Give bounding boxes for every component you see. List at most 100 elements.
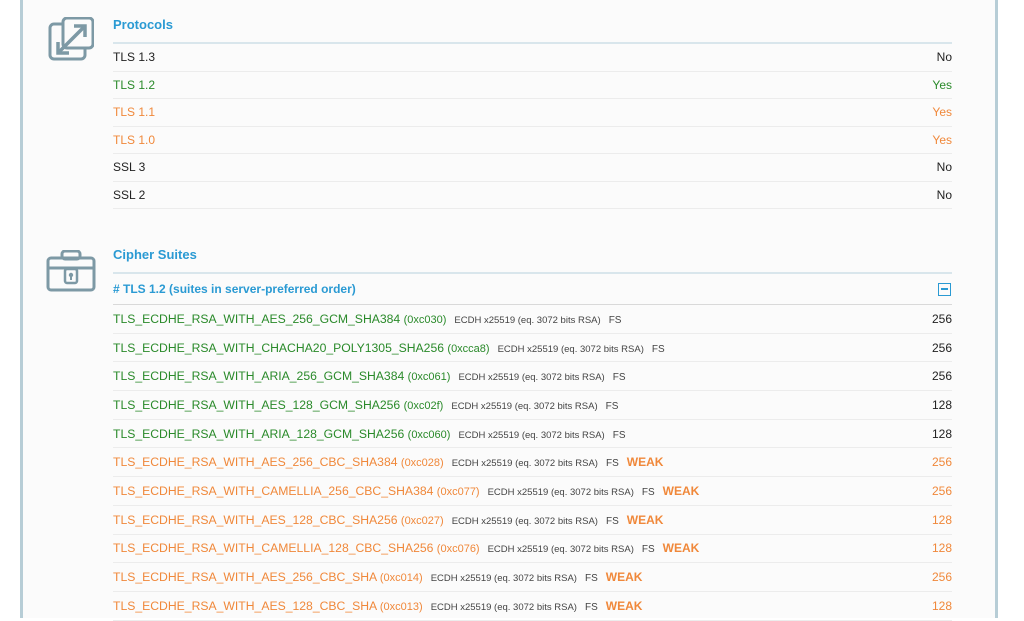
cipher-suite-code: (0xc02f) <box>403 399 444 412</box>
cipher-strength-bits: 256 <box>931 340 952 355</box>
cipher-suite-row: TLS_ECDHE_RSA_WITH_AES_128_CBC_SHA256 (0… <box>113 506 952 535</box>
cipher-suite-id: TLS_ECDHE_RSA_WITH_AES_128_CBC_SHA256 <box>113 512 398 527</box>
cipher-suite-info: TLS_ECDHE_RSA_WITH_CAMELLIA_256_CBC_SHA3… <box>113 484 699 498</box>
cipher-suite-name: TLS_ECDHE_RSA_WITH_AES_128_GCM_SHA256 (0… <box>113 398 443 412</box>
cipher-suite-row: TLS_ECDHE_RSA_WITH_AES_256_GCM_SHA384 (0… <box>113 305 952 334</box>
forward-secrecy-label: FS <box>605 515 619 527</box>
forward-secrecy-label: FS <box>605 400 619 412</box>
forward-secrecy-label: FS <box>605 458 619 470</box>
protocol-support: No <box>936 50 952 65</box>
forward-secrecy-label: FS <box>608 314 622 326</box>
weak-badge: WEAK <box>662 541 700 556</box>
cipher-suite-info: TLS_ECDHE_RSA_WITH_ARIA_256_GCM_SHA384 (… <box>113 369 626 383</box>
protocol-row: TLS 1.2 Yes <box>113 72 952 99</box>
cipher-suite-row: TLS_ECDHE_RSA_WITH_AES_256_CBC_SHA384 (0… <box>113 448 952 478</box>
cipher-suite-name: TLS_ECDHE_RSA_WITH_AES_256_CBC_SHA384 (0… <box>113 455 444 469</box>
cipher-suite-name: TLS_ECDHE_RSA_WITH_AES_128_CBC_SHA (0xc0… <box>113 599 423 613</box>
key-exchange-info: ECDH x25519 (eq. 3072 bits RSA) <box>454 314 601 326</box>
cipher-suite-name: TLS_ECDHE_RSA_WITH_ARIA_128_GCM_SHA256 (… <box>113 427 450 441</box>
cipher-strength-bits: 256 <box>931 455 952 470</box>
protocol-support: Yes <box>932 105 952 120</box>
protocol-name: SSL 3 <box>113 160 146 175</box>
protocols-list: TLS 1.3 No TLS 1.2 Yes TLS 1.1 Yes TLS 1.0 Yes S… <box>113 44 952 209</box>
key-exchange-info: ECDH x25519 (eq. 3072 bits RSA) <box>430 573 577 585</box>
cipher-suite-code: (0xc028) <box>400 457 444 470</box>
cipher-suite-id: TLS_ECDHE_RSA_WITH_CAMELLIA_256_CBC_SHA3… <box>113 483 434 498</box>
cipher-suite-code: (0xc061) <box>407 371 451 384</box>
cipher-suite-code: (0xc030) <box>403 313 447 326</box>
protocols-title: Protocols <box>113 17 952 44</box>
protocol-row: TLS 1.1 Yes <box>113 99 952 127</box>
cipher-suite-id: TLS_ECDHE_RSA_WITH_CHACHA20_POLY1305_SHA… <box>113 340 445 355</box>
cipher-suite-info: TLS_ECDHE_RSA_WITH_ARIA_128_GCM_SHA256 (… <box>113 427 626 441</box>
cipher-suites-section: Cipher Suites # TLS 1.2 (suites in serve… <box>113 247 952 621</box>
protocol-support: No <box>936 160 952 175</box>
protocol-name: SSL 2 <box>113 187 146 202</box>
cipher-suite-id: TLS_ECDHE_RSA_WITH_AES_128_CBC_SHA <box>113 598 377 613</box>
cipher-suite-id: TLS_ECDHE_RSA_WITH_AES_256_CBC_SHA <box>113 570 377 585</box>
cipher-strength-bits: 256 <box>931 369 952 384</box>
cipher-suite-info: TLS_ECDHE_RSA_WITH_AES_256_CBC_SHA (0xc0… <box>113 570 642 584</box>
protocol-name: TLS 1.3 <box>113 50 156 65</box>
cipher-strength-bits: 128 <box>931 512 952 527</box>
cipher-suite-info: TLS_ECDHE_RSA_WITH_AES_128_GCM_SHA256 (0… <box>113 398 618 412</box>
protocol-row: TLS 1.0 Yes <box>113 127 952 154</box>
key-exchange-info: ECDH x25519 (eq. 3072 bits RSA) <box>451 400 598 412</box>
weak-badge: WEAK <box>605 570 643 585</box>
forward-secrecy-label: FS <box>651 343 665 355</box>
cipher-suite-row: TLS_ECDHE_RSA_WITH_CAMELLIA_128_CBC_SHA2… <box>113 535 952 564</box>
key-exchange-info: ECDH x25519 (eq. 3072 bits RSA) <box>430 601 577 613</box>
protocol-row: SSL 2 No <box>113 182 952 209</box>
cipher-suite-row: TLS_ECDHE_RSA_WITH_ARIA_128_GCM_SHA256 (… <box>113 420 952 449</box>
cipher-suite-id: TLS_ECDHE_RSA_WITH_AES_256_CBC_SHA384 <box>113 455 398 470</box>
protocol-name: TLS 1.0 <box>113 132 156 147</box>
cipher-suite-info: TLS_ECDHE_RSA_WITH_CAMELLIA_128_CBC_SHA2… <box>113 541 699 555</box>
cipher-suite-id: TLS_ECDHE_RSA_WITH_ARIA_128_GCM_SHA256 <box>113 426 405 441</box>
cipher-strength-bits: 128 <box>931 397 952 412</box>
weak-badge: WEAK <box>626 455 664 470</box>
cipher-suite-code: (0xc077) <box>436 485 480 498</box>
forward-secrecy-label: FS <box>612 429 626 441</box>
key-exchange-info: ECDH x25519 (eq. 3072 bits RSA) <box>451 515 598 527</box>
protocols-section: Protocols TLS 1.3 No TLS 1.2 Yes TLS 1.1 Yes T… <box>113 17 952 209</box>
cipher-suite-name: TLS_ECDHE_RSA_WITH_CHACHA20_POLY1305_SHA… <box>113 341 490 355</box>
forward-secrecy-label: FS <box>612 372 626 384</box>
forward-secrecy-label: FS <box>584 573 598 585</box>
expand-arrows-icon <box>48 16 95 68</box>
cipher-suite-code: (0xc014) <box>379 572 423 585</box>
cipher-suite-info: TLS_ECDHE_RSA_WITH_AES_128_CBC_SHA (0xc0… <box>113 599 642 613</box>
protocol-row: SSL 3 No <box>113 154 952 182</box>
cipher-strength-bits: 128 <box>931 541 952 556</box>
key-exchange-info: ECDH x25519 (eq. 3072 bits RSA) <box>497 343 644 355</box>
cipher-suite-code: (0xc076) <box>436 543 480 556</box>
tls12-group-header[interactable]: # TLS 1.2 (suites in server-preferred or… <box>113 274 952 305</box>
protocol-support: Yes <box>932 77 952 92</box>
cipher-strength-bits: 128 <box>931 426 952 441</box>
cipher-suite-name: TLS_ECDHE_RSA_WITH_AES_256_GCM_SHA384 (0… <box>113 312 446 326</box>
cipher-suites-title: Cipher Suites <box>113 247 952 274</box>
lock-briefcase-icon <box>46 249 96 297</box>
cipher-suite-row: TLS_ECDHE_RSA_WITH_AES_256_CBC_SHA (0xc0… <box>113 563 952 592</box>
cipher-suite-info: TLS_ECDHE_RSA_WITH_CHACHA20_POLY1305_SHA… <box>113 341 665 355</box>
cipher-suite-id: TLS_ECDHE_RSA_WITH_ARIA_256_GCM_SHA384 <box>113 369 405 384</box>
key-exchange-info: ECDH x25519 (eq. 3072 bits RSA) <box>458 429 605 441</box>
cipher-suite-name: TLS_ECDHE_RSA_WITH_AES_256_CBC_SHA (0xc0… <box>113 570 423 584</box>
cipher-suite-row: TLS_ECDHE_RSA_WITH_AES_128_CBC_SHA (0xc0… <box>113 592 952 621</box>
protocol-support: Yes <box>932 132 952 147</box>
cipher-suite-info: TLS_ECDHE_RSA_WITH_AES_128_CBC_SHA256 (0… <box>113 513 663 527</box>
cipher-strength-bits: 128 <box>931 598 952 613</box>
cipher-suite-row: TLS_ECDHE_RSA_WITH_ARIA_256_GCM_SHA384 (… <box>113 362 952 392</box>
cipher-suite-info: TLS_ECDHE_RSA_WITH_AES_256_GCM_SHA384 (0… <box>113 312 621 326</box>
forward-secrecy-label: FS <box>641 486 655 498</box>
key-exchange-info: ECDH x25519 (eq. 3072 bits RSA) <box>458 372 605 384</box>
cipher-suite-id: TLS_ECDHE_RSA_WITH_AES_256_GCM_SHA384 <box>113 311 401 326</box>
cipher-suite-row: TLS_ECDHE_RSA_WITH_CHACHA20_POLY1305_SHA… <box>113 334 952 363</box>
protocol-support: No <box>936 187 952 202</box>
protocol-row: TLS 1.3 No <box>113 44 952 72</box>
forward-secrecy-label: FS <box>641 544 655 556</box>
cipher-strength-bits: 256 <box>931 483 952 498</box>
key-exchange-info: ECDH x25519 (eq. 3072 bits RSA) <box>487 544 634 556</box>
collapse-minus-icon[interactable] <box>938 282 951 296</box>
forward-secrecy-label: FS <box>584 601 598 613</box>
cipher-strength-bits: 256 <box>931 311 952 326</box>
